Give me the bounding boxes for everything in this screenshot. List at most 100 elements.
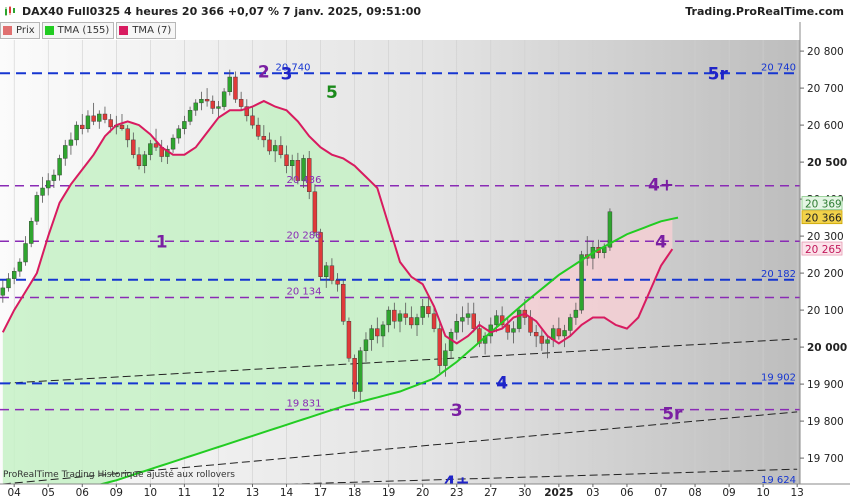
candle-body xyxy=(29,221,34,244)
wave-label: 2 xyxy=(258,62,270,82)
candle-body xyxy=(352,358,357,392)
candle-body xyxy=(443,350,448,366)
candle-body xyxy=(261,135,267,141)
time-tick-label: 12 xyxy=(212,487,225,499)
legend-item-price[interactable]: Prix xyxy=(0,22,40,39)
wave-label: 4 xyxy=(655,233,667,253)
candle-body xyxy=(221,91,227,107)
candle-body xyxy=(34,195,40,222)
time-tick-label: 09 xyxy=(110,487,123,499)
candle-body xyxy=(568,317,573,331)
candle-body xyxy=(11,271,17,279)
price-tick-label: 19 900 xyxy=(807,379,844,391)
time-tick-label: 20 xyxy=(416,487,429,499)
candle-body xyxy=(210,100,215,109)
legend-label: TMA (7) xyxy=(132,25,172,36)
candle-body xyxy=(125,128,130,141)
candle-body xyxy=(397,313,403,322)
candle-body xyxy=(176,128,181,139)
legend-item-tma7[interactable]: TMA (7) xyxy=(116,22,177,39)
candle-body xyxy=(97,113,102,122)
level-label-right: 19 902 xyxy=(761,372,796,383)
legend-item-tma155[interactable]: TMA (155) xyxy=(41,22,115,39)
candle-body xyxy=(414,317,420,326)
level-label-right: 20 740 xyxy=(761,62,796,73)
candle-body xyxy=(437,328,442,366)
candle-body xyxy=(471,313,476,329)
wave-label: 5 xyxy=(326,83,338,103)
candle-body xyxy=(193,102,198,111)
indicator-legend: Prix TMA (155) TMA (7) xyxy=(0,22,178,40)
candle-body xyxy=(182,121,187,130)
time-tick-label: 23 xyxy=(450,487,463,499)
candle-body xyxy=(375,328,380,337)
candle-body xyxy=(91,115,96,122)
price-tick-label: 20 700 xyxy=(807,83,844,95)
wave-label: 1 xyxy=(156,233,168,253)
candle-body xyxy=(278,145,284,155)
candle-body xyxy=(369,328,374,340)
candle-body xyxy=(0,287,6,296)
price-chart[interactable]: 20 740 20 74020 43620 28620 18220 13419 9… xyxy=(0,0,850,500)
price-tick-label: 20 200 xyxy=(807,268,844,280)
wave-label: 3 xyxy=(281,64,293,84)
wave-label: 5r xyxy=(708,64,729,84)
legend-swatch xyxy=(119,26,129,35)
candle-body xyxy=(284,154,289,166)
time-tick-label: 06 xyxy=(620,487,634,499)
legend-swatch xyxy=(3,26,12,35)
candle-body xyxy=(426,306,431,314)
candle-body xyxy=(148,143,153,155)
price-tick-label: 20 600 xyxy=(807,120,844,132)
candle-body xyxy=(85,115,91,129)
candle-body xyxy=(409,317,414,326)
candle-body xyxy=(199,98,204,104)
candle-body xyxy=(528,317,533,333)
candle-body xyxy=(324,265,329,278)
candle-body xyxy=(341,284,346,322)
time-tick-label: 17 xyxy=(314,487,327,499)
candle-body xyxy=(80,124,85,129)
candle-body xyxy=(136,154,142,166)
candle-body xyxy=(420,306,425,318)
candle-body xyxy=(562,330,567,337)
candle-body xyxy=(358,350,363,392)
candle-body xyxy=(6,278,11,289)
candle-body xyxy=(57,158,62,176)
candle-body xyxy=(238,98,244,107)
candle-body xyxy=(505,324,511,333)
site-label[interactable]: Trading.ProRealTime.com xyxy=(685,5,844,18)
wave-label: 4 xyxy=(496,373,508,393)
time-tick-label: 08 xyxy=(688,487,701,499)
candle-body xyxy=(346,321,352,359)
candle-body xyxy=(431,313,437,329)
candle-body xyxy=(454,321,459,333)
time-tick-label: 09 xyxy=(722,487,735,499)
time-tick-label: 13 xyxy=(246,487,259,499)
price-tick-label: 20 800 xyxy=(807,46,844,58)
time-tick-label: 10 xyxy=(756,487,769,499)
candle-body xyxy=(511,328,516,333)
candle-body xyxy=(131,139,136,155)
chart-window: 20 740 20 740 20 436 20 286 20 182 20 134 19 9… xyxy=(0,0,850,500)
wave-label: 3 xyxy=(451,401,463,421)
time-tick-label: 07 xyxy=(654,487,667,499)
candle-body xyxy=(187,110,193,122)
candle-body xyxy=(579,254,584,311)
candle-body xyxy=(46,180,51,189)
candle-body xyxy=(216,106,221,109)
level-label-left: 19 831 xyxy=(287,399,322,410)
chart-type-icon[interactable] xyxy=(4,5,16,17)
candle-body xyxy=(329,265,335,281)
level-label-right: 20 182 xyxy=(761,269,796,280)
legend-label: Prix xyxy=(16,25,35,36)
chart-header: DAX40 Full0325 4 heures 20 366 +0,07 % 7… xyxy=(0,0,850,22)
time-tick-label: 30 xyxy=(518,487,531,499)
time-tick-label: 05 xyxy=(42,487,55,499)
candle-body xyxy=(460,317,465,322)
candle-body xyxy=(267,139,272,152)
time-tick-label: 04 xyxy=(7,487,21,499)
level-label-left: 20 134 xyxy=(287,287,322,298)
time-tick-label: 13 xyxy=(790,487,803,499)
candle-body xyxy=(204,98,210,102)
